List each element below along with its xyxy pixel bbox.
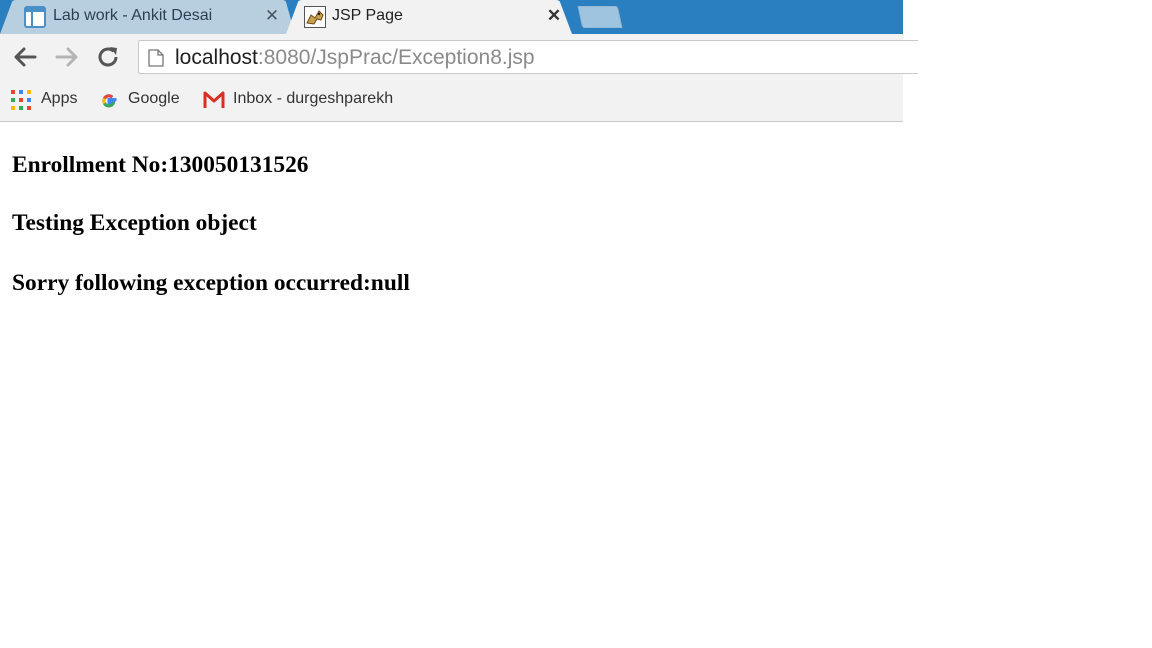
bookmark-label: Inbox - durgeshparekh xyxy=(233,90,394,107)
reload-icon[interactable] xyxy=(96,45,122,69)
bookmark-label: Google xyxy=(128,90,180,107)
navigation-toolbar: localhost:8080/JspPrac/Exception8.jsp xyxy=(0,34,918,80)
back-arrow-icon[interactable] xyxy=(12,45,38,69)
tab-lab-work[interactable]: Lab work - Ankit Desai ✕ xyxy=(0,0,295,34)
bookmark-apps[interactable]: Apps xyxy=(11,89,83,111)
tab-title: Lab work - Ankit Desai xyxy=(53,7,213,24)
exception-message: Sorry following exception occurred:null xyxy=(12,270,410,296)
tab-background xyxy=(286,0,572,34)
bookmark-inbox[interactable]: Inbox - durgeshparekh xyxy=(203,89,403,111)
tab-jsp-page[interactable]: JSP Page ✕ xyxy=(286,0,572,34)
gmail-icon xyxy=(203,90,225,111)
tab-title: JSP Page xyxy=(332,7,403,24)
apps-grid-icon xyxy=(11,90,31,115)
google-icon xyxy=(98,90,120,117)
tab-strip: Lab work - Ankit Desai ✕ JSP Page ✕ xyxy=(0,0,903,34)
new-tab-button[interactable] xyxy=(576,5,624,29)
bookmark-google[interactable]: Google xyxy=(98,89,188,111)
url-text: localhost:8080/JspPrac/Exception8.jsp xyxy=(175,46,535,70)
url-path: :8080/JspPrac/Exception8.jsp xyxy=(257,46,535,69)
address-bar[interactable]: localhost:8080/JspPrac/Exception8.jsp xyxy=(138,40,918,74)
bookmarks-bar: Apps Google Inbox - durgeshparekh xyxy=(0,80,903,122)
tomcat-icon xyxy=(304,6,326,28)
forward-arrow-icon[interactable] xyxy=(54,45,80,69)
bookmark-label: Apps xyxy=(41,90,78,107)
enrollment-heading: Enrollment No:130050131526 xyxy=(12,152,309,178)
page-icon xyxy=(148,49,164,72)
url-host: localhost xyxy=(175,46,258,69)
close-icon[interactable]: ✕ xyxy=(262,5,282,27)
testing-heading: Testing Exception object xyxy=(12,210,257,236)
close-icon[interactable]: ✕ xyxy=(544,5,564,27)
document-icon xyxy=(24,6,46,28)
browser-window: Lab work - Ankit Desai ✕ JSP Page ✕ loca… xyxy=(0,0,918,122)
